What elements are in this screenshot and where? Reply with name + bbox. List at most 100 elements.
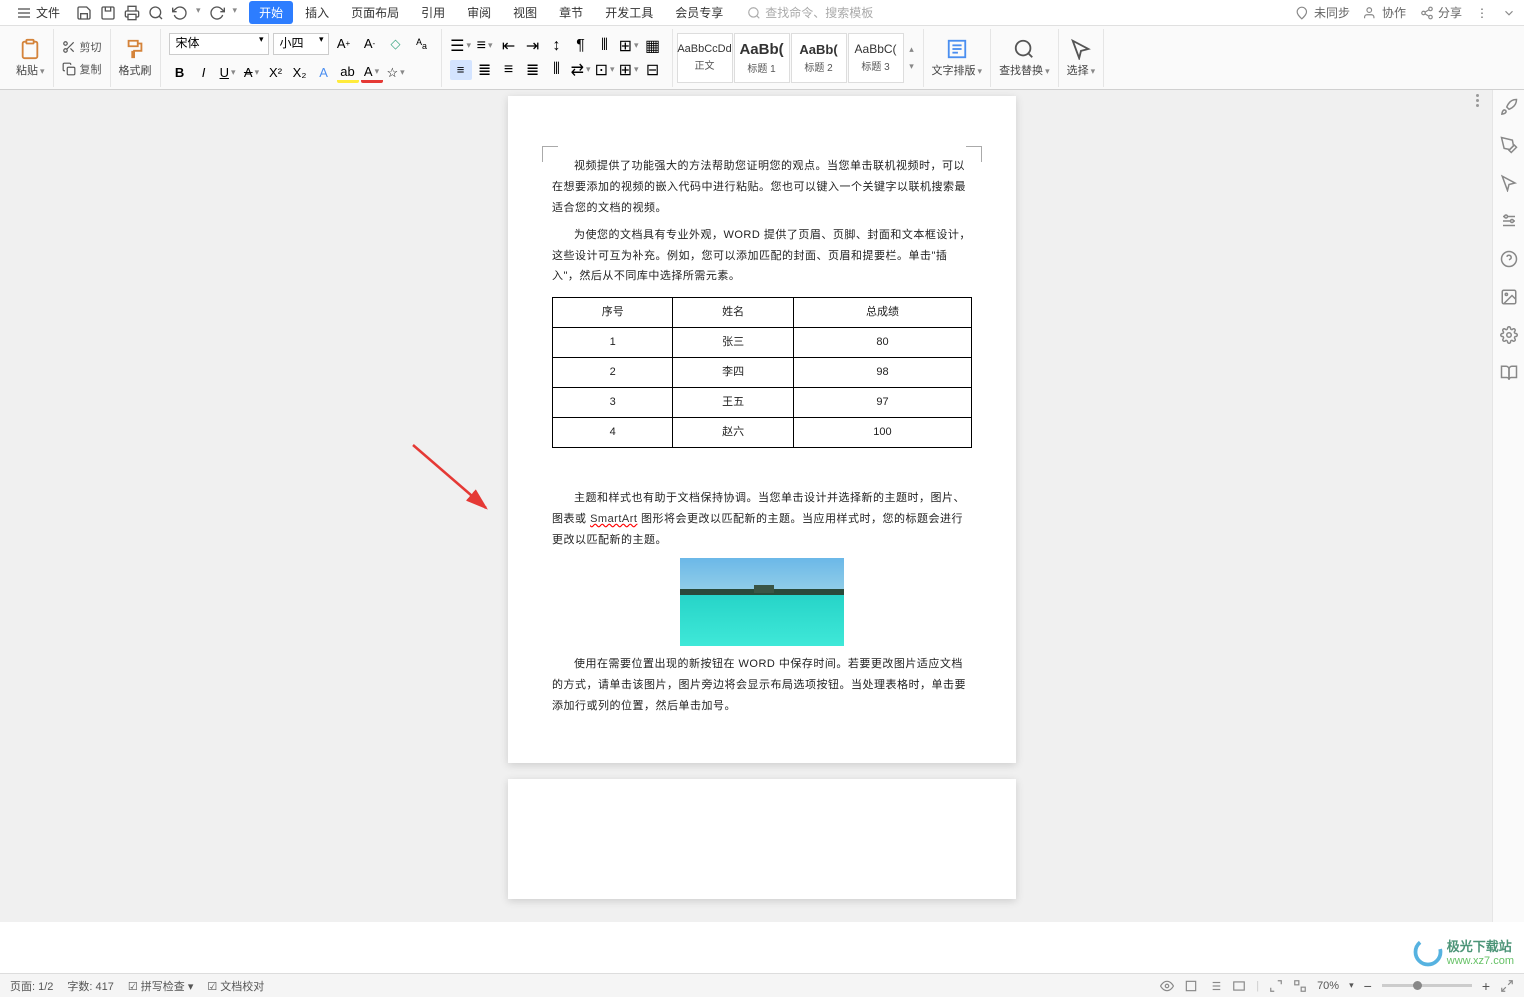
tab-member[interactable]: 会员专享 xyxy=(665,1,733,24)
indent-inc-button[interactable]: ⇥ xyxy=(522,36,544,56)
shrink-font-button[interactable]: A- xyxy=(359,34,381,54)
style-heading3[interactable]: AaBbC(标题 3 xyxy=(848,33,904,83)
bold-button[interactable]: B xyxy=(169,63,191,83)
view-print-icon[interactable] xyxy=(1184,979,1198,993)
align-right-button[interactable]: ≡ xyxy=(498,60,520,80)
font-name-select[interactable]: 宋体▾ xyxy=(169,33,269,55)
style-gallery[interactable]: AaBbCcDd正文 AaBb(标题 1 AaBb(标题 2 AaBbC(标题 … xyxy=(677,33,919,83)
align-center-button[interactable]: ≣ xyxy=(474,60,496,80)
tab-references[interactable]: 引用 xyxy=(411,1,455,24)
paragraph[interactable]: 使用在需要位置出现的新按钮在 WORD 中保存时间。若要更改图片适应文档的方式，… xyxy=(552,654,972,717)
table-btn[interactable]: ⊞▾ xyxy=(618,60,640,80)
text-dir-button[interactable]: ⇄▾ xyxy=(570,60,592,80)
redo-icon[interactable] xyxy=(209,5,225,21)
collab-button[interactable]: 协作 xyxy=(1364,4,1406,21)
save-icon[interactable] xyxy=(76,5,92,21)
book-icon[interactable] xyxy=(1500,364,1518,382)
command-search[interactable]: 查找命令、搜索模板 xyxy=(747,4,873,21)
image-icon[interactable] xyxy=(1500,288,1518,306)
more-menu[interactable]: ⋮ xyxy=(1476,6,1488,20)
find-replace-button[interactable]: 查找替换▾ xyxy=(999,38,1050,78)
font-size-select[interactable]: 小四▾ xyxy=(273,33,329,55)
collapse-ribbon-icon[interactable] xyxy=(1502,6,1516,20)
paste-button[interactable]: 粘贴▾ xyxy=(16,38,45,78)
page-indicator[interactable]: 页面: 1/2 xyxy=(10,978,53,994)
style-scroll-up[interactable]: ▴ xyxy=(909,44,914,55)
text-layout-button[interactable]: 文字排版▾ xyxy=(932,38,983,78)
save-as-icon[interactable] xyxy=(100,5,116,21)
settings-icon[interactable] xyxy=(1500,212,1518,230)
paragraph[interactable]: 为使您的文档具有专业外观，WORD 提供了页眉、页脚、封面和文本框设计，这些设计… xyxy=(552,225,972,288)
paragraph[interactable]: 视频提供了功能强大的方法帮助您证明您的观点。当您单击联机视频时，可以在想要添加的… xyxy=(552,156,972,219)
sync-status[interactable]: 未同步 xyxy=(1296,4,1350,21)
fit-width-icon[interactable] xyxy=(1293,979,1307,993)
tab-start[interactable]: 开始 xyxy=(249,1,293,24)
word-count[interactable]: 字数: 417 xyxy=(67,978,113,994)
distribute-button[interactable]: ⫴ xyxy=(546,60,568,80)
superscript-button[interactable]: X² xyxy=(265,63,287,83)
format-painter-button[interactable]: 格式刷 xyxy=(119,38,152,78)
shading-button[interactable]: ☆▾ xyxy=(385,63,407,83)
proof-button[interactable]: ☑ 文档校对 xyxy=(207,978,264,994)
copy-button[interactable]: 复制 xyxy=(58,60,106,78)
page-2[interactable] xyxy=(508,779,1016,899)
style-heading1[interactable]: AaBb(标题 1 xyxy=(734,33,790,83)
zoom-slider[interactable] xyxy=(1382,984,1472,987)
align-justify-button[interactable]: ≣ xyxy=(522,60,544,80)
zoom-value[interactable]: 70% xyxy=(1317,980,1339,992)
select-button[interactable]: 选择▾ xyxy=(1067,38,1096,78)
rocket-icon[interactable] xyxy=(1500,98,1518,116)
file-menu[interactable]: 文件 xyxy=(8,1,68,24)
sort-button[interactable]: ↕ xyxy=(546,36,568,56)
document-canvas[interactable]: 视频提供了功能强大的方法帮助您证明您的观点。当您单击联机视频时，可以在想要添加的… xyxy=(0,90,1524,922)
pen-icon[interactable] xyxy=(1500,136,1518,154)
beach-image[interactable] xyxy=(680,558,844,646)
tab-devtools[interactable]: 开发工具 xyxy=(595,1,663,24)
numbering-button[interactable]: ≡▾ xyxy=(474,36,496,56)
tab-chapter[interactable]: 章节 xyxy=(549,1,593,24)
indent-dec-button[interactable]: ⇤ xyxy=(498,36,520,56)
spellcheck-toggle[interactable]: ☑ 拼写检查 ▾ xyxy=(128,978,194,994)
share-button[interactable]: 分享 xyxy=(1420,4,1462,21)
tab-button[interactable]: ¶ xyxy=(570,36,592,56)
tab-insert[interactable]: 插入 xyxy=(295,1,339,24)
print-icon[interactable] xyxy=(124,5,140,21)
style-heading2[interactable]: AaBb(标题 2 xyxy=(791,33,847,83)
para-spacing-button[interactable]: ⊡▾ xyxy=(594,60,616,80)
borders-button[interactable]: ⊞▾ xyxy=(618,36,640,56)
strikethrough-button[interactable]: A▾ xyxy=(241,63,263,83)
fullscreen-icon[interactable] xyxy=(1500,979,1514,993)
gear-icon[interactable] xyxy=(1500,326,1518,344)
zoom-out-button[interactable]: − xyxy=(1364,978,1372,994)
cursor-icon[interactable] xyxy=(1500,174,1518,192)
fit-page-icon[interactable] xyxy=(1269,979,1283,993)
cut-button[interactable]: 剪切 xyxy=(58,38,106,56)
font-color-button[interactable]: A▾ xyxy=(361,63,383,83)
underline-button[interactable]: U▾ xyxy=(217,63,239,83)
subscript-button[interactable]: X₂ xyxy=(289,63,311,83)
zoom-in-button[interactable]: + xyxy=(1482,978,1490,994)
grow-font-button[interactable]: A+ xyxy=(333,34,355,54)
tab-review[interactable]: 审阅 xyxy=(457,1,501,24)
style-normal[interactable]: AaBbCcDd正文 xyxy=(677,33,733,83)
line-spacing-button[interactable]: ⫴ xyxy=(594,36,616,56)
view-outline-icon[interactable] xyxy=(1208,979,1222,993)
undo-icon[interactable] xyxy=(172,5,188,21)
help-icon[interactable] xyxy=(1500,250,1518,268)
view-web-icon[interactable] xyxy=(1232,979,1246,993)
shading2-button[interactable]: ▦ xyxy=(642,36,664,56)
scrollbar-handle[interactable] xyxy=(1476,94,1486,134)
style-scroll-down[interactable]: ▾ xyxy=(909,61,914,72)
text-effects-button[interactable]: A xyxy=(313,63,335,83)
doc-table[interactable]: 序号姓名总成绩 1张三80 2李四98 3王五97 4赵六100 xyxy=(552,297,972,447)
preview-icon[interactable] xyxy=(148,5,164,21)
page-1[interactable]: 视频提供了功能强大的方法帮助您证明您的观点。当您单击联机视频时，可以在想要添加的… xyxy=(508,96,1016,763)
align-left-button[interactable]: ≡ xyxy=(450,60,472,80)
italic-button[interactable]: I xyxy=(193,63,215,83)
bullets-button[interactable]: ☰▾ xyxy=(450,36,472,56)
eye-icon[interactable] xyxy=(1160,979,1174,993)
section-button[interactable]: ⊟ xyxy=(642,60,664,80)
highlight-button[interactable]: ab xyxy=(337,63,359,83)
tab-page-layout[interactable]: 页面布局 xyxy=(341,1,409,24)
clear-format-button[interactable]: ◇ xyxy=(385,34,407,54)
